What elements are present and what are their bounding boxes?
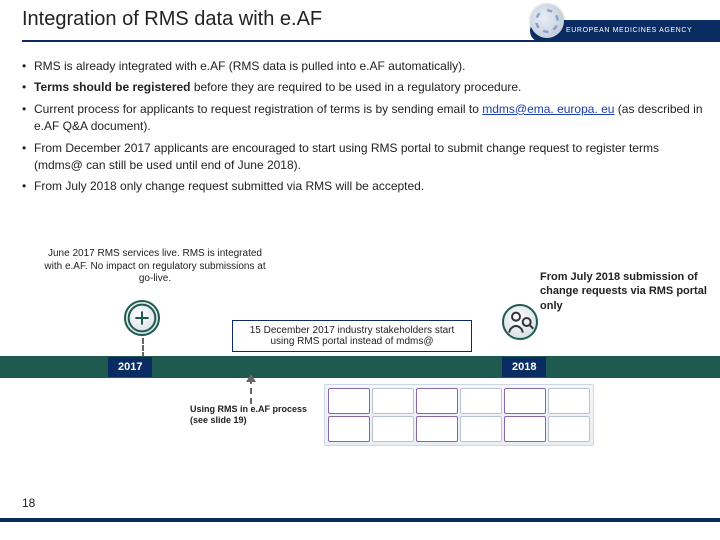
bullet-item: Current process for applicants to reques… [22,101,706,136]
bullet-list: RMS is already integrated with e.AF (RMS… [22,58,706,196]
bullet-item: From July 2018 only change request submi… [22,178,706,195]
year-marker-2017: 2017 [108,357,152,377]
connector-line [250,378,252,404]
footer-rule [0,518,720,522]
process-flow-thumbnail [324,384,594,446]
slide-title: Integration of RMS data with e.AF [22,8,322,31]
slide-header: Integration of RMS data with e.AF EUROPE… [0,0,720,52]
referentials-icon [126,302,158,334]
page-number: 18 [22,496,35,510]
milestone-callout-2: 15 December 2017 industry stakeholders s… [232,320,472,352]
agency-logo: EUROPEAN MEDICINES AGENCY [520,0,720,52]
process-caption: Using RMS in e.AF process (see slide 19) [190,404,320,426]
milestone-badge-icon [124,300,160,336]
bullet-item: RMS is already integrated with e.AF (RMS… [22,58,706,75]
milestone-callout-3: From July 2018 submission of change requ… [540,270,710,313]
year-marker-2018: 2018 [502,357,546,377]
title-rule [22,40,562,42]
connector-line [142,338,144,358]
body-content: RMS is already integrated with e.AF (RMS… [22,58,706,200]
bullet-item: From December 2017 applicants are encour… [22,140,706,175]
milestone-badge-icon [502,304,538,340]
milestone-callout-1: June 2017 RMS services live. RMS is inte… [38,248,272,286]
email-link[interactable]: mdms@ema. europa. eu [482,102,614,116]
timeline-diagram: June 2017 RMS services live. RMS is inte… [0,248,720,458]
ema-emblem-icon [530,4,564,38]
person-search-icon [504,306,536,338]
bullet-item: Terms should be registered before they a… [22,79,706,96]
